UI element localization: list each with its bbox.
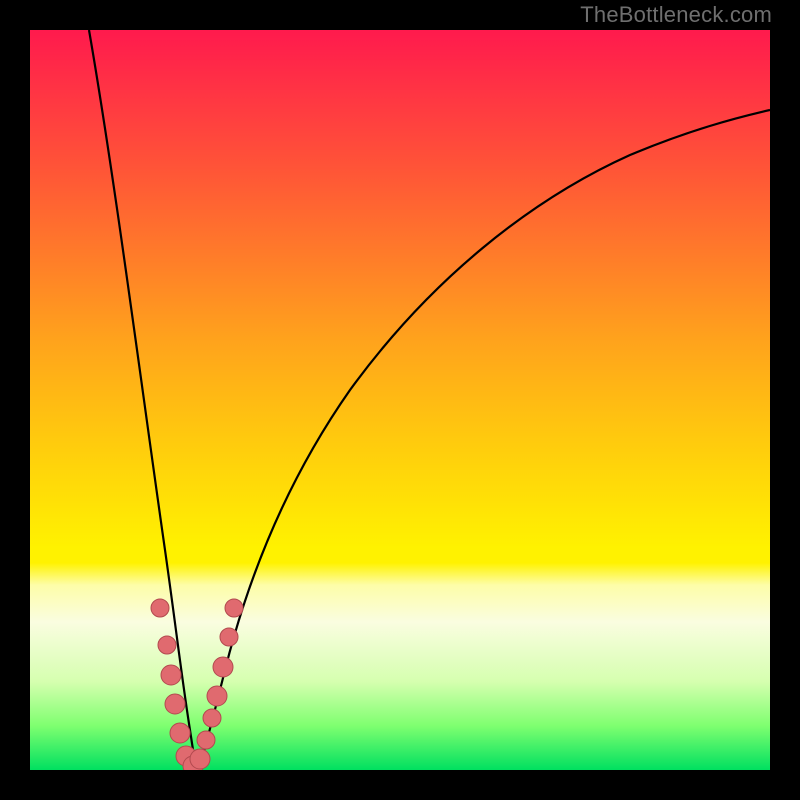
outer-frame: TheBottleneck.com	[0, 0, 800, 800]
data-point	[165, 694, 185, 714]
plot-area	[30, 30, 770, 770]
data-point	[203, 709, 221, 727]
data-point	[190, 749, 210, 769]
data-point	[213, 657, 233, 677]
data-point	[151, 599, 169, 617]
data-point	[220, 628, 238, 646]
data-point	[158, 636, 176, 654]
data-point	[207, 686, 227, 706]
data-point	[197, 731, 215, 749]
chart-svg	[30, 30, 770, 770]
watermark-text: TheBottleneck.com	[580, 2, 772, 28]
data-points	[151, 599, 243, 770]
right-branch-curve	[198, 110, 770, 770]
left-branch-curve	[89, 30, 198, 770]
data-point	[225, 599, 243, 617]
data-point	[161, 665, 181, 685]
data-point	[170, 723, 190, 743]
